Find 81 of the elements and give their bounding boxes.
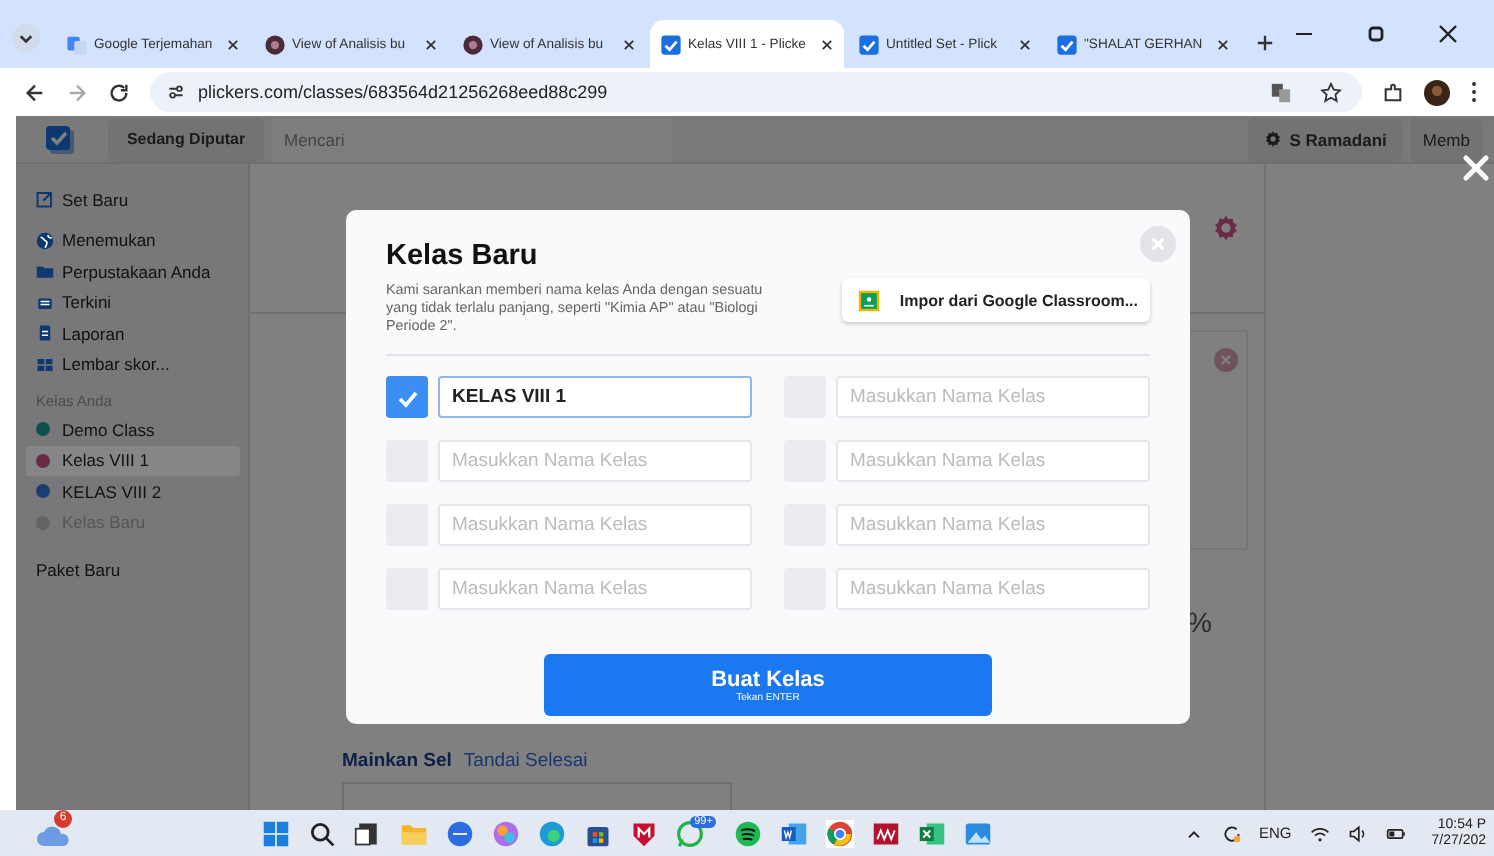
close-icon[interactable] xyxy=(424,37,438,51)
close-icon[interactable] xyxy=(1216,37,1230,51)
translate-icon xyxy=(66,33,88,55)
link[interactable]: Mainkan Sel xyxy=(342,750,452,772)
sidebar-item[interactable]: Laporan xyxy=(26,318,240,349)
menu-icon[interactable] xyxy=(1470,80,1478,104)
swirl-icon[interactable] xyxy=(492,819,521,847)
class-name-field[interactable]: Masukkan Nama Kelas xyxy=(836,504,1150,546)
search-field[interactable]: Mencari xyxy=(272,117,672,161)
address-field[interactable]: plickers.com/classes/683564d21256268eed88c299 xyxy=(150,72,1362,112)
star-icon[interactable] xyxy=(1320,81,1342,103)
sync-icon[interactable] xyxy=(1221,823,1241,843)
restore-icon[interactable] xyxy=(1366,24,1386,44)
close-icon[interactable] xyxy=(226,37,240,51)
app-logo-icon[interactable] xyxy=(44,123,76,155)
grid-icon xyxy=(36,355,54,374)
windows-logo-icon[interactable] xyxy=(262,819,291,847)
speaker-icon[interactable] xyxy=(1347,823,1368,843)
class-item[interactable]: KELAS VIII 2 xyxy=(26,476,240,507)
new-tab-icon[interactable] xyxy=(1256,34,1274,52)
wifi-icon[interactable] xyxy=(1309,823,1330,843)
journal-logo-icon xyxy=(462,33,484,55)
task-view-icon[interactable] xyxy=(354,819,383,847)
sidebar-item[interactable]: Terkini xyxy=(26,287,240,318)
search-icon[interactable] xyxy=(308,819,337,847)
shield-m-icon[interactable] xyxy=(630,819,659,847)
close-icon[interactable] xyxy=(820,37,834,51)
spreadsheet-x-icon[interactable] xyxy=(918,819,947,847)
site-info-icon[interactable] xyxy=(166,82,186,102)
folder-icon xyxy=(36,262,54,281)
link[interactable]: Tandai Selesai xyxy=(463,750,588,772)
class-name-field[interactable]: KELAS VIII 1 xyxy=(438,376,752,418)
checkbox-icon xyxy=(858,33,880,55)
reload-icon[interactable] xyxy=(108,81,130,103)
cloud-icon[interactable] xyxy=(36,823,72,847)
extensions-icon[interactable] xyxy=(1382,81,1404,103)
class-item[interactable]: Kelas VIII 1 xyxy=(26,445,240,476)
document-w-icon[interactable] xyxy=(780,819,809,847)
import-button[interactable]: Impor dari Google Classroom... xyxy=(841,278,1150,322)
dialog-title: Kelas Baru xyxy=(386,240,540,272)
tab-search-icon[interactable] xyxy=(12,24,40,52)
membership-button[interactable]: Memb xyxy=(1410,117,1482,161)
classroom-icon xyxy=(857,289,880,311)
journal-logo-icon xyxy=(264,33,286,55)
gear-icon xyxy=(1263,130,1282,148)
music-circle-icon[interactable] xyxy=(734,819,763,847)
class-name-field[interactable]: Masukkan Nama Kelas xyxy=(836,568,1150,610)
wave-circle-icon[interactable] xyxy=(538,819,567,847)
photos-icon[interactable] xyxy=(964,819,993,847)
checkbox[interactable] xyxy=(386,376,428,418)
back-icon[interactable] xyxy=(24,81,46,103)
sidebar-item[interactable]: Menemukan xyxy=(26,225,240,256)
sidebar-item[interactable]: Perpustakaan Anda xyxy=(26,256,240,287)
close-icon[interactable] xyxy=(1018,37,1032,51)
globe-icon xyxy=(36,231,54,250)
checkbox-icon xyxy=(1056,33,1078,55)
class-name-field[interactable]: Masukkan Nama Kelas xyxy=(836,376,1150,418)
class-name-field[interactable]: Masukkan Nama Kelas xyxy=(438,504,752,546)
class-name-field[interactable]: Masukkan Nama Kelas xyxy=(438,568,752,610)
browser-circle-icon[interactable] xyxy=(826,819,855,847)
app-circle-icon[interactable] xyxy=(446,819,475,847)
battery-icon[interactable] xyxy=(1385,823,1406,843)
close-icon[interactable] xyxy=(1438,24,1458,44)
sidebar-item[interactable]: Lembar skor... xyxy=(26,349,240,380)
close-icon[interactable] xyxy=(622,37,636,51)
url-text: plickers.com/classes/683564d21256268eed88c299 xyxy=(198,82,608,102)
stack-icon xyxy=(36,293,54,312)
class-name-field[interactable]: Masukkan Nama Kelas xyxy=(438,440,752,482)
now-playing-button[interactable]: Sedang Diputar xyxy=(108,117,264,161)
avatar-icon[interactable] xyxy=(1424,79,1450,105)
sidebar-item[interactable]: Set Baru xyxy=(26,184,240,215)
translate-icon[interactable] xyxy=(1270,81,1292,103)
class-name-field[interactable]: Masukkan Nama Kelas xyxy=(836,440,1150,482)
zigzag-tile-icon[interactable] xyxy=(872,819,901,847)
gear-icon[interactable] xyxy=(1212,214,1240,242)
class-item[interactable]: Demo Class xyxy=(26,414,240,445)
report-icon xyxy=(36,324,54,343)
checkbox-icon xyxy=(660,33,682,55)
account-button[interactable]: S Ramadani xyxy=(1247,117,1403,161)
sidebar-item[interactable]: Paket Baru xyxy=(26,554,240,585)
edit-icon xyxy=(36,190,54,209)
